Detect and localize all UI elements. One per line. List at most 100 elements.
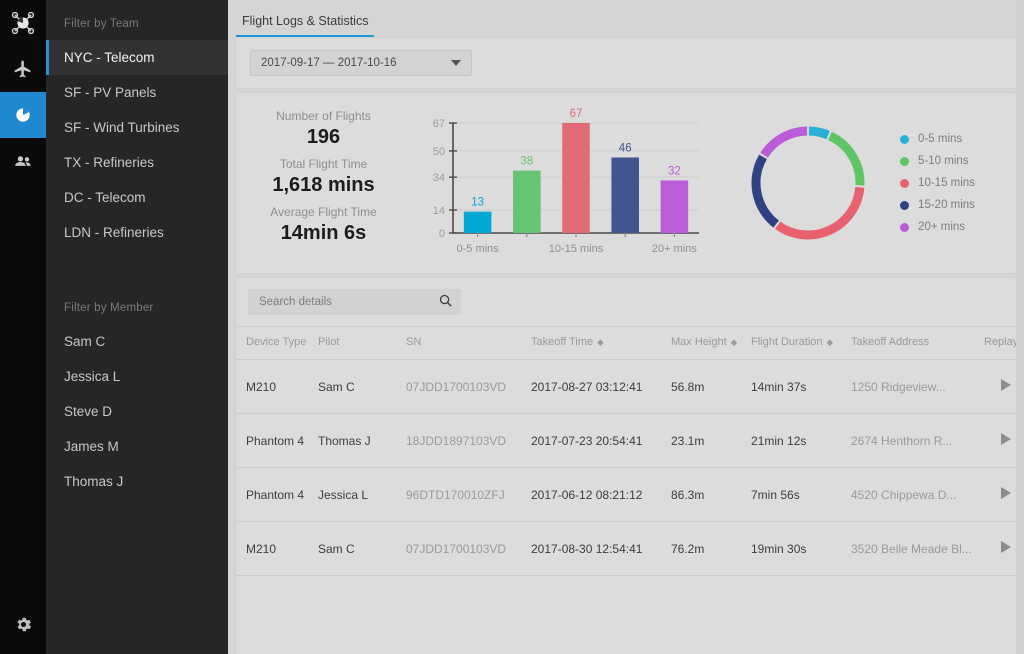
cell-max-height: 86.3m	[671, 468, 751, 522]
play-icon[interactable]	[1001, 487, 1011, 499]
settings-button[interactable]	[0, 594, 46, 654]
table-row[interactable]: M210Sam C07JDD1700103VD2017-08-30 12:54:…	[236, 522, 1016, 576]
table-row[interactable]: Phantom 4Thomas J18JDD1897103VD2017-07-2…	[236, 414, 1016, 468]
icon-rail	[0, 0, 46, 654]
column-header-max-height[interactable]: Max Height ◆	[671, 327, 751, 360]
column-header-sn[interactable]: SN	[406, 327, 531, 360]
cell-flight-duration: 21min 12s	[751, 414, 851, 468]
sidebar-item-steve-d[interactable]: Steve D	[46, 394, 228, 429]
sidebar-item-thomas-j[interactable]: Thomas J	[46, 464, 228, 499]
table-row[interactable]: Phantom 4Jessica L96DTD170010ZFJ2017-06-…	[236, 468, 1016, 522]
team-filter-label: Filter by Team	[46, 0, 228, 40]
cell-max-height: 76.2m	[671, 522, 751, 576]
legend-item[interactable]: 0-5 mins	[900, 133, 975, 145]
table-row[interactable]: M210Sam C07JDD1700103VD2017-08-27 03:12:…	[236, 360, 1016, 414]
cell-device: M210	[236, 360, 318, 414]
legend-item[interactable]: 20+ mins	[900, 221, 975, 233]
column-header-takeoff-time[interactable]: Takeoff Time ◆	[531, 327, 671, 360]
kpi-value-number-of-flights: 196	[307, 126, 340, 149]
sidebar-item-ldn-refineries[interactable]: LDN - Refineries	[46, 215, 228, 250]
svg-text:20+ mins: 20+ mins	[652, 243, 697, 255]
donut-segment	[778, 187, 860, 235]
cell-flight-duration: 7min 56s	[751, 468, 851, 522]
cell-pilot: Thomas J	[318, 414, 406, 468]
cell-takeoff-time: 2017-07-23 20:54:41	[531, 414, 671, 468]
sidebar-item-tx-refineries[interactable]: TX - Refineries	[46, 145, 228, 180]
flight-logs-table-card: Search details Device Type Pilot SN Take…	[236, 278, 1016, 654]
search-icon[interactable]	[438, 293, 453, 311]
column-header-flight-duration[interactable]: Flight Duration ◆	[751, 327, 851, 360]
play-icon[interactable]	[1001, 433, 1011, 445]
sidebar-item-flights[interactable]	[0, 46, 46, 92]
sidebar-item-jessica-l[interactable]: Jessica L	[46, 359, 228, 394]
column-label: Max Height	[671, 336, 727, 348]
cell-takeoff-address: 4520 Chippewa D...	[851, 468, 976, 522]
chevron-down-icon	[451, 60, 461, 66]
cell-replay[interactable]	[976, 414, 1016, 468]
cell-max-height: 23.1m	[671, 414, 751, 468]
sort-updown-icon[interactable]: ◆	[731, 337, 737, 347]
svg-text:67: 67	[570, 108, 583, 120]
pie-chart-icon	[13, 105, 33, 125]
sidebar-item-sf-wind-turbines[interactable]: SF - Wind Turbines	[46, 110, 228, 145]
drone-logo-icon	[0, 0, 46, 46]
column-header-device-type[interactable]: Device Type	[236, 327, 318, 360]
cell-takeoff-address: 3520 Belle Meade Bl...	[851, 522, 976, 576]
date-range-selector[interactable]: 2017-09-17 — 2017-10-16	[250, 50, 472, 76]
cell-replay[interactable]	[976, 468, 1016, 522]
airplane-icon	[13, 59, 33, 79]
sidebar-item-nyc-telecom[interactable]: NYC - Telecom	[46, 40, 228, 75]
member-filter-label: Filter by Member	[46, 250, 228, 324]
legend-item[interactable]: 15-20 mins	[900, 199, 975, 211]
member-label: James M	[64, 439, 119, 454]
legend-item[interactable]: 10-15 mins	[900, 177, 975, 189]
column-label: Replay	[984, 336, 1016, 348]
sort-updown-icon[interactable]: ◆	[827, 337, 833, 347]
column-header-pilot[interactable]: Pilot	[318, 327, 406, 360]
table-body: M210Sam C07JDD1700103VD2017-08-27 03:12:…	[236, 360, 1016, 576]
sidebar-item-statistics[interactable]	[0, 92, 46, 138]
legend-color-dot	[900, 157, 909, 166]
column-label: Takeoff Time	[531, 336, 593, 348]
legend-item[interactable]: 5-10 mins	[900, 155, 975, 167]
sort-updown-icon[interactable]: ◆	[597, 337, 603, 347]
sidebar-item-sam-c[interactable]: Sam C	[46, 324, 228, 359]
cell-takeoff-time: 2017-08-30 12:54:41	[531, 522, 671, 576]
play-icon[interactable]	[1001, 379, 1011, 391]
main-content: Flight Logs & Statistics 2017-09-17 — 20…	[228, 0, 1024, 654]
svg-text:0: 0	[439, 228, 445, 240]
play-icon[interactable]	[1001, 541, 1011, 553]
svg-text:10-15 mins: 10-15 mins	[549, 243, 604, 255]
cell-replay[interactable]	[976, 360, 1016, 414]
sidebar-item-james-m[interactable]: James M	[46, 429, 228, 464]
column-header-takeoff-address[interactable]: Takeoff Address	[851, 327, 976, 360]
sidebar-item-members[interactable]	[0, 138, 46, 184]
cell-pilot: Sam C	[318, 522, 406, 576]
sidebar-item-sf-pv-panels[interactable]: SF - PV Panels	[46, 75, 228, 110]
column-label: Flight Duration	[751, 336, 823, 348]
people-icon	[13, 151, 34, 172]
table-header-row: Device Type Pilot SN Takeoff Time ◆ Max H…	[236, 327, 1016, 360]
cell-sn: 07JDD1700103VD	[406, 522, 531, 576]
cell-pilot: Jessica L	[318, 468, 406, 522]
cell-device: M210	[236, 522, 318, 576]
legend-color-dot	[900, 135, 909, 144]
legend-label: 10-15 mins	[918, 177, 975, 189]
gear-icon	[14, 615, 33, 634]
svg-text:13: 13	[471, 197, 484, 209]
legend-color-dot	[900, 223, 909, 232]
cell-replay[interactable]	[976, 522, 1016, 576]
cell-flight-duration: 14min 37s	[751, 360, 851, 414]
filter-sidebar: Filter by Team NYC - Telecom SF - PV Pan…	[46, 0, 228, 654]
cell-sn: 96DTD170010ZFJ	[406, 468, 531, 522]
search-placeholder: Search details	[259, 296, 332, 308]
legend-label: 5-10 mins	[918, 155, 969, 167]
svg-text:46: 46	[619, 142, 632, 154]
column-label: Takeoff Address	[851, 336, 929, 348]
legend-label: 20+ mins	[918, 221, 965, 233]
sidebar-item-dc-telecom[interactable]: DC - Telecom	[46, 180, 228, 215]
search-input[interactable]: Search details	[248, 289, 461, 315]
legend-label: 0-5 mins	[918, 133, 962, 145]
tab-flight-logs-statistics[interactable]: Flight Logs & Statistics	[236, 14, 374, 37]
kpi-value-total-flight-time: 1,618 mins	[272, 174, 374, 197]
